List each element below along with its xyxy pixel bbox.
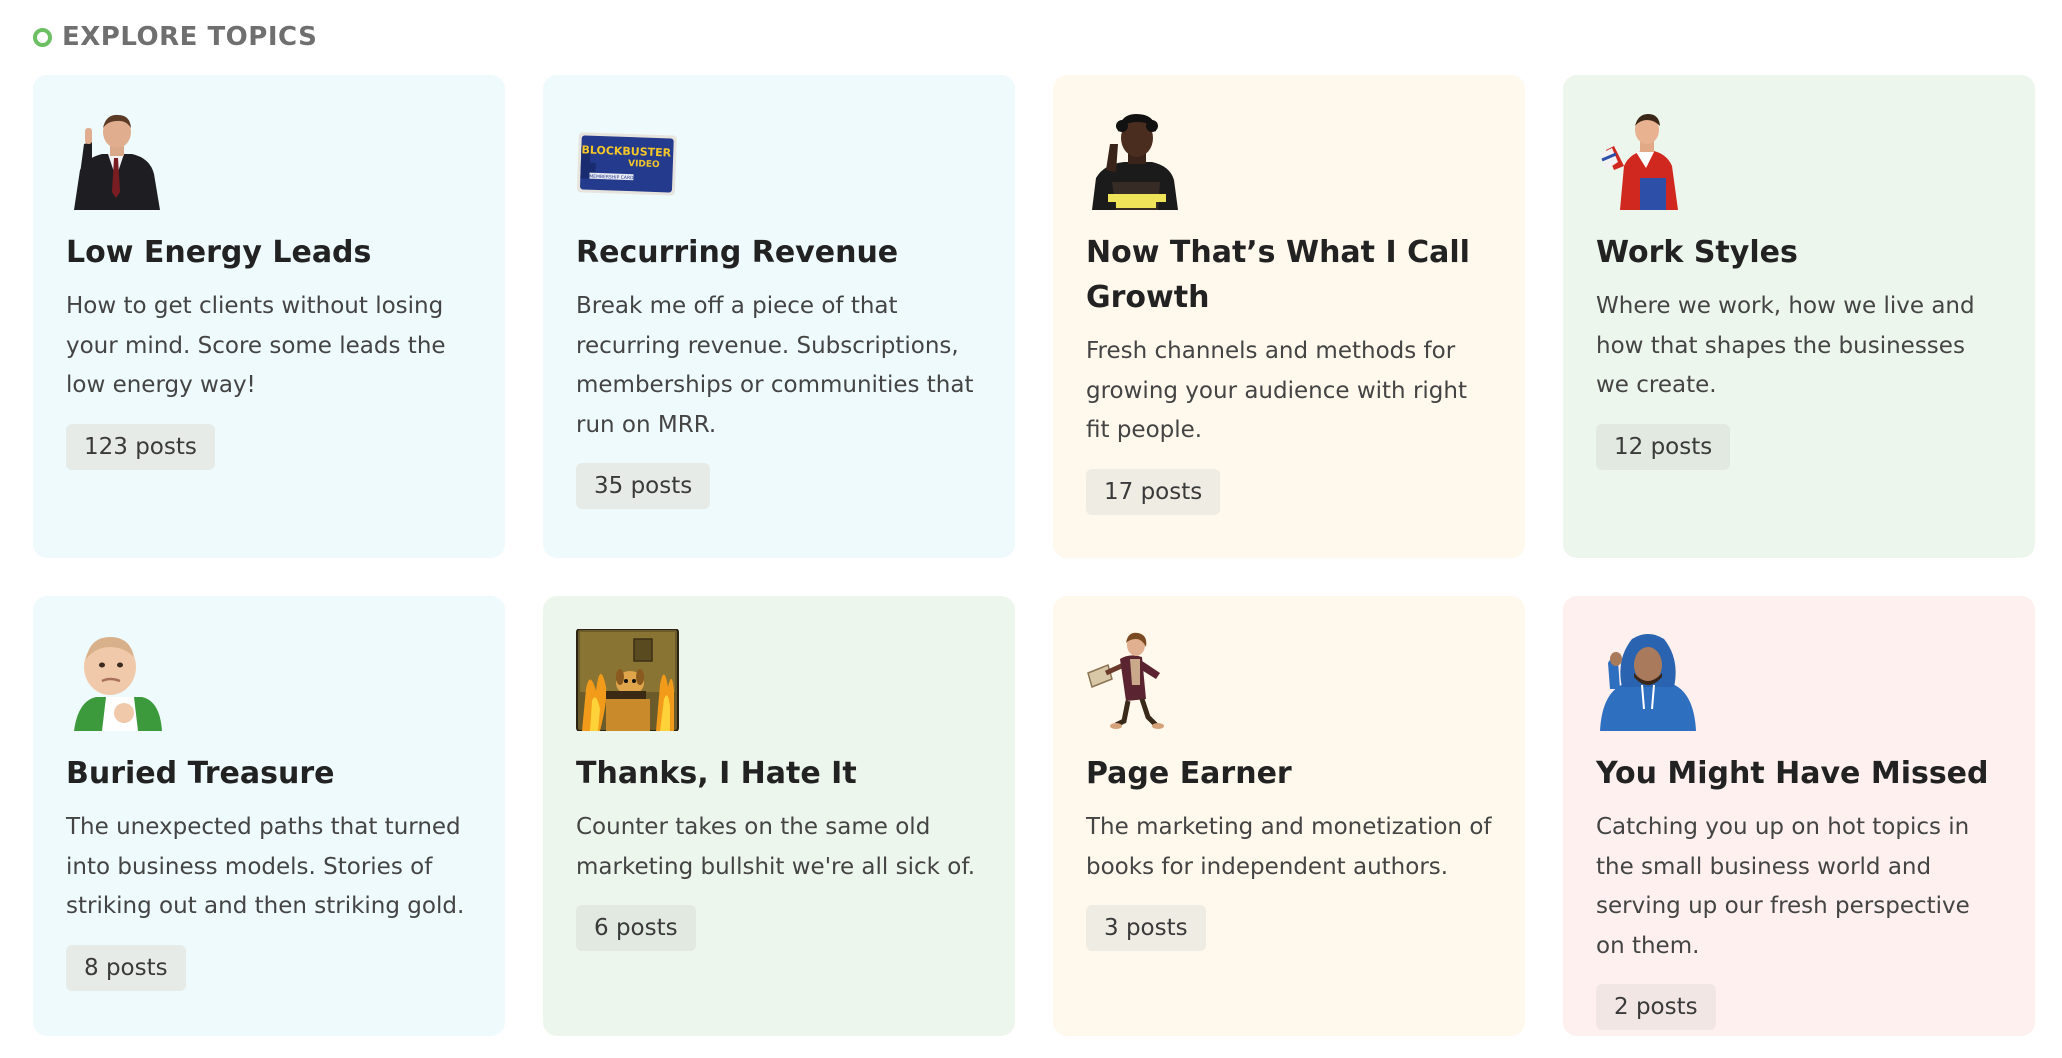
card-title[interactable]: Buried Treasure (66, 751, 473, 796)
green-circle-icon (33, 27, 52, 47)
card-description: Fresh channels and methods for growing y… (1086, 338, 1467, 443)
card-description: Break me off a piece of that recurring r… (576, 293, 974, 438)
businessman-gif-icon (66, 108, 170, 210)
post-count-badge: 35 posts (576, 463, 711, 509)
topic-card-work-styles[interactable]: Work Styles Where we work, how we live a… (1563, 75, 2035, 558)
card-title[interactable]: Page Earner (1086, 751, 1493, 796)
post-count-badge: 123 posts (66, 423, 215, 470)
topic-card-you-might-have-missed[interactable]: You Might Have Missed Catching you up on… (1563, 596, 2035, 1036)
card-title[interactable]: Recurring Revenue (576, 230, 983, 275)
post-count-badge: 6 posts (576, 905, 696, 951)
topic-card-low-energy-leads[interactable]: Low Energy Leads How to get clients with… (33, 75, 505, 558)
topic-card-recurring-revenue[interactable]: BLOCKBUSTER VIDEO MEMBERSHIP CARD Recurr… (543, 75, 1015, 558)
card-title[interactable]: Work Styles (1596, 230, 2003, 275)
post-count-badge: 17 posts (1086, 468, 1221, 515)
success-kid-icon (66, 629, 170, 731)
card-title[interactable]: You Might Have Missed (1596, 751, 2003, 796)
card-description: The marketing and monetization of books … (1086, 814, 1492, 880)
speaker-gif-icon (1086, 108, 1190, 210)
card-description: Where we work, how we live and how that … (1596, 293, 1975, 398)
blockbuster-card-icon: BLOCKBUSTER VIDEO MEMBERSHIP CARD (576, 108, 680, 210)
topic-card-page-earner[interactable]: Page Earner The marketing and monetizati… (1053, 596, 1525, 1036)
card-description: How to get clients without losing your m… (66, 293, 446, 398)
topic-card-thanks-i-hate-it[interactable]: Thanks, I Hate It Counter takes on the s… (543, 596, 1015, 1036)
post-count-badge: 3 posts (1086, 905, 1206, 951)
topics-grid: Low Energy Leads How to get clients with… (33, 75, 2035, 1036)
post-count-badge: 2 posts (1596, 984, 1716, 1030)
running-hobbit-icon (1086, 629, 1190, 731)
section-title: EXPLORE TOPICS (62, 22, 318, 52)
red-jacket-man-icon (1596, 108, 1700, 210)
card-description: Catching you up on hot topics in the sma… (1596, 814, 1970, 959)
card-title[interactable]: Now That’s What I Call Growth (1086, 230, 1493, 320)
post-count-badge: 12 posts (1596, 423, 1731, 470)
card-title[interactable]: Thanks, I Hate It (576, 751, 983, 796)
post-count-badge: 8 posts (66, 944, 186, 991)
section-header: EXPLORE TOPICS (33, 22, 317, 52)
card-description: Counter takes on the same old marketing … (576, 814, 976, 880)
topic-card-growth[interactable]: Now That’s What I Call Growth Fresh chan… (1053, 75, 1525, 558)
card-title[interactable]: Low Energy Leads (66, 230, 473, 275)
topic-card-buried-treasure[interactable]: Buried Treasure The unexpected paths tha… (33, 596, 505, 1036)
this-is-fine-dog-icon (576, 629, 680, 731)
blue-hoodie-man-icon (1596, 629, 1700, 731)
card-brand-subtext: VIDEO (628, 159, 660, 170)
card-description: The unexpected paths that turned into bu… (66, 814, 465, 919)
